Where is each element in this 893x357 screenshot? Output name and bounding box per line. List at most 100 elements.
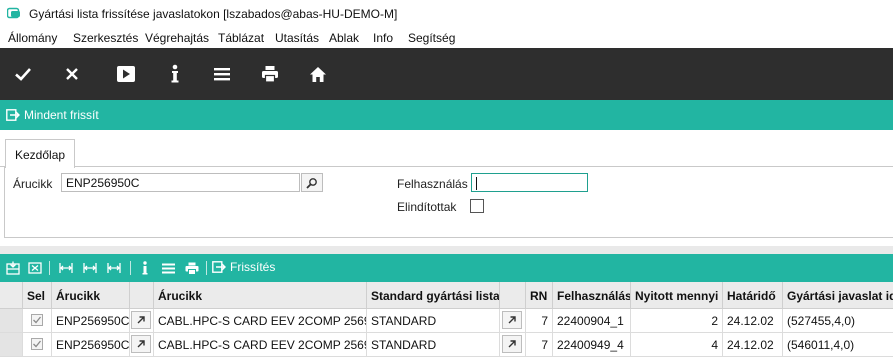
- open-article-button[interactable]: [131, 311, 151, 329]
- table-cell-open-qty[interactable]: 2: [631, 309, 723, 333]
- menu-help[interactable]: Segítség: [408, 31, 455, 45]
- close-icon: [66, 68, 78, 80]
- column-width-fit-button[interactable]: [82, 260, 98, 276]
- home-icon: [310, 66, 326, 82]
- list-icon: [161, 263, 175, 273]
- text-cursor: [476, 177, 477, 191]
- started-label: Elindítottak: [397, 200, 457, 214]
- article-search-button[interactable]: [301, 173, 323, 192]
- print-icon: [262, 66, 278, 83]
- arrow-up-right-icon: [508, 316, 516, 324]
- column-width-right-button[interactable]: [106, 260, 122, 276]
- table-cell-link: [500, 333, 526, 357]
- table-cell-deadline[interactable]: 24.12.02: [723, 333, 783, 357]
- sel-checkbox[interactable]: [31, 314, 43, 326]
- toolbar-divider: [49, 261, 50, 275]
- table-cell-rn[interactable]: 7: [526, 309, 553, 333]
- table-cell-open-qty[interactable]: 4: [631, 333, 723, 357]
- row-header[interactable]: [0, 333, 23, 357]
- article-label: Árucikk: [13, 177, 53, 191]
- info-icon: [171, 64, 179, 83]
- menu-table[interactable]: Táblázat: [218, 31, 264, 45]
- tab-start[interactable]: Kezdőlap: [5, 139, 75, 168]
- menu-info[interactable]: Info: [373, 31, 393, 45]
- delete-row-button[interactable]: [27, 260, 43, 276]
- toolbar-divider: [206, 261, 207, 275]
- menu-execute[interactable]: Végrehajtás: [145, 31, 209, 45]
- refresh-all-button[interactable]: Mindent frissít: [6, 108, 99, 122]
- play-icon: [117, 66, 135, 82]
- column-header-link: [500, 282, 526, 309]
- column-header-usage[interactable]: Felhasználás: [553, 282, 631, 309]
- menu-bar: Állomány Szerkesztés Végrehajtás Tábláza…: [0, 28, 893, 48]
- column-header-rn[interactable]: RN: [526, 282, 553, 309]
- table-cell-link: [130, 333, 154, 357]
- table-toolbar: Frissítés: [0, 254, 893, 282]
- column-header-std-list[interactable]: Standard gyártási lista: [367, 282, 500, 309]
- toolbar-divider: [130, 261, 131, 275]
- table-cell-std-list[interactable]: STANDARD: [367, 309, 500, 333]
- table-info-button[interactable]: [137, 260, 153, 276]
- row-header[interactable]: [0, 309, 23, 333]
- cancel-button[interactable]: [57, 60, 87, 88]
- info-icon: [142, 261, 148, 275]
- column-header-deadline[interactable]: Határidő: [723, 282, 783, 309]
- table-cell-proposal-id[interactable]: (546011,4,0): [783, 333, 893, 357]
- info-button[interactable]: [160, 60, 190, 88]
- column-header-proposal-id[interactable]: Gyártási javaslat id: [783, 282, 893, 309]
- table-cell-usage[interactable]: 22400904_1: [553, 309, 631, 333]
- table-list-button[interactable]: [160, 260, 176, 276]
- list-button[interactable]: [207, 60, 237, 88]
- confirm-button[interactable]: [8, 60, 38, 88]
- open-std-list-button[interactable]: [502, 311, 522, 329]
- section-separator: [0, 246, 893, 254]
- row-header-corner: [0, 282, 23, 309]
- usage-field[interactable]: [471, 173, 588, 192]
- column-width-left-button[interactable]: [58, 260, 74, 276]
- arrow-up-right-icon: [137, 340, 145, 348]
- article-field[interactable]: ENP256950C: [61, 173, 300, 192]
- proposal-table: Sel Árucikk Árucikk Standard gyártási li…: [0, 282, 893, 357]
- insert-row-button[interactable]: [5, 260, 21, 276]
- column-header-sel[interactable]: Sel: [23, 282, 52, 309]
- column-header-link: [130, 282, 154, 309]
- table-refresh-label: Frissítés: [230, 260, 276, 274]
- table-cell-rn[interactable]: 7: [526, 333, 553, 357]
- table-cell-link: [130, 309, 154, 333]
- table-refresh-button[interactable]: Frissítés: [212, 260, 275, 274]
- table-cell-usage[interactable]: 22400949_4: [553, 333, 631, 357]
- table-cell-link: [500, 309, 526, 333]
- print-button[interactable]: [255, 60, 285, 88]
- open-std-list-button[interactable]: [502, 335, 522, 353]
- table-cell-article-desc[interactable]: CABL.HPC-S CARD EEV 2COMP 25695: [154, 333, 367, 357]
- open-article-button[interactable]: [131, 335, 151, 353]
- column-header-article[interactable]: Árucikk: [52, 282, 130, 309]
- insert-row-icon: [6, 261, 20, 275]
- table-print-button[interactable]: [184, 260, 200, 276]
- menu-file[interactable]: Állomány: [8, 31, 57, 45]
- column-header-article-desc[interactable]: Árucikk: [154, 282, 367, 309]
- check-icon: [33, 340, 42, 348]
- started-checkbox[interactable]: [470, 199, 484, 213]
- print-icon: [185, 262, 199, 275]
- main-toolbar: [0, 48, 893, 100]
- arrow-up-right-icon: [508, 340, 516, 348]
- menu-command[interactable]: Utasítás: [275, 31, 319, 45]
- column-header-open-qty[interactable]: Nyitott mennyi: [631, 282, 723, 309]
- table-cell-deadline[interactable]: 24.12.02: [723, 309, 783, 333]
- menu-window[interactable]: Ablak: [329, 31, 359, 45]
- table-cell-proposal-id[interactable]: (527455,4,0): [783, 309, 893, 333]
- table-cell-article[interactable]: ENP256950C: [52, 309, 130, 333]
- run-button[interactable]: [111, 60, 141, 88]
- usage-label: Felhasználás: [397, 177, 468, 191]
- table-cell-std-list[interactable]: STANDARD: [367, 333, 500, 357]
- table-cell-sel: [23, 309, 52, 333]
- column-width-icon: [107, 263, 121, 273]
- home-button[interactable]: [303, 60, 333, 88]
- tab-start-label: Kezdőlap: [15, 148, 66, 162]
- sel-checkbox[interactable]: [31, 338, 43, 350]
- menu-edit[interactable]: Szerkesztés: [73, 31, 138, 45]
- refresh-icon: [212, 261, 226, 273]
- table-cell-article[interactable]: ENP256950C: [52, 333, 130, 357]
- table-cell-article-desc[interactable]: CABL.HPC-S CARD EEV 2COMP 25695: [154, 309, 367, 333]
